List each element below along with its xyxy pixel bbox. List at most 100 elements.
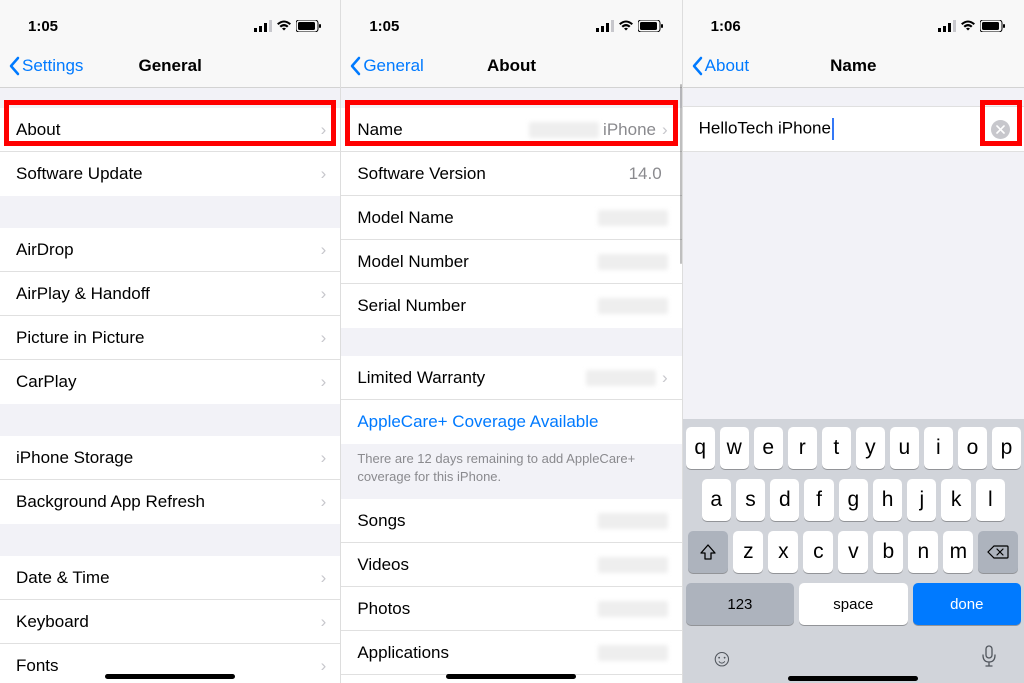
key-d[interactable]: d — [770, 479, 799, 521]
clear-text-button[interactable] — [991, 120, 1010, 139]
status-icons — [596, 20, 664, 32]
nav-bar: General About — [341, 44, 681, 88]
chevron-right-icon: › — [321, 164, 327, 184]
name-input-row[interactable]: HelloTech iPhone — [683, 106, 1024, 152]
key-f[interactable]: f — [804, 479, 833, 521]
redacted-value — [598, 557, 668, 573]
key-l[interactable]: l — [976, 479, 1005, 521]
row-name[interactable]: Name iPhone › — [341, 108, 681, 152]
key-h[interactable]: h — [873, 479, 902, 521]
row-airplay[interactable]: AirPlay & Handoff › — [0, 272, 340, 316]
back-button[interactable]: Settings — [8, 56, 83, 76]
row-label: Fonts — [16, 656, 59, 676]
row-datetime[interactable]: Date & Time › — [0, 556, 340, 600]
row-label: Songs — [357, 511, 405, 531]
redacted-value — [598, 601, 668, 617]
row-applecare[interactable]: AppleCare+ Coverage Available — [341, 400, 681, 444]
redacted-value — [598, 645, 668, 661]
chevron-right-icon: › — [321, 284, 327, 304]
key-space[interactable]: space — [799, 583, 907, 625]
row-carplay[interactable]: CarPlay › — [0, 360, 340, 404]
shift-icon — [699, 543, 717, 561]
text-cursor — [832, 118, 834, 140]
back-label: Settings — [22, 56, 83, 76]
chevron-left-icon — [8, 56, 20, 76]
key-w[interactable]: w — [720, 427, 749, 469]
key-s[interactable]: s — [736, 479, 765, 521]
keyboard-row-3: z x c v b n m — [686, 531, 1021, 573]
key-n[interactable]: n — [908, 531, 938, 573]
row-label: About — [16, 120, 60, 140]
row-label: Picture in Picture — [16, 328, 145, 348]
chevron-right-icon: › — [321, 492, 327, 512]
key-v[interactable]: v — [838, 531, 868, 573]
nav-bar: About Name — [683, 44, 1024, 88]
row-label: Applications — [357, 643, 449, 663]
row-songs: Songs — [341, 499, 681, 543]
row-label: Date & Time — [16, 568, 110, 588]
key-done[interactable]: done — [913, 583, 1021, 625]
row-label: Model Number — [357, 252, 469, 272]
row-applications: Applications — [341, 631, 681, 675]
row-about[interactable]: About › — [0, 108, 340, 152]
row-label: Videos — [357, 555, 409, 575]
emoji-button[interactable]: ☺ — [710, 645, 735, 673]
home-indicator — [446, 674, 576, 679]
row-serial: Serial Number — [341, 284, 681, 328]
key-m[interactable]: m — [943, 531, 973, 573]
nav-bar: Settings General — [0, 44, 340, 88]
key-x[interactable]: x — [768, 531, 798, 573]
row-software-version: Software Version 14.0 — [341, 152, 681, 196]
keyboard-row-1: q w e r t y u i o p — [686, 427, 1021, 469]
dictation-button[interactable] — [981, 645, 997, 673]
key-i[interactable]: i — [924, 427, 953, 469]
redacted-value — [598, 210, 668, 226]
row-value: iPhone — [603, 120, 656, 140]
backspace-icon — [987, 544, 1009, 560]
row-videos: Videos — [341, 543, 681, 587]
row-label: AirDrop — [16, 240, 74, 260]
row-bgrefresh[interactable]: Background App Refresh › — [0, 480, 340, 524]
screen-about: 1:05 General About Name iPhone › — [341, 0, 682, 683]
row-model-number: Model Number — [341, 240, 681, 284]
chevron-right-icon: › — [662, 120, 668, 140]
key-y[interactable]: y — [856, 427, 885, 469]
row-label: Name — [357, 120, 402, 140]
key-p[interactable]: p — [992, 427, 1021, 469]
back-button[interactable]: About — [691, 56, 749, 76]
back-label: General — [363, 56, 423, 76]
row-storage[interactable]: iPhone Storage › — [0, 436, 340, 480]
row-label: Limited Warranty — [357, 368, 485, 388]
back-label: About — [705, 56, 749, 76]
key-c[interactable]: c — [803, 531, 833, 573]
key-a[interactable]: a — [702, 479, 731, 521]
key-r[interactable]: r — [788, 427, 817, 469]
status-bar: 1:05 — [0, 0, 340, 44]
key-q[interactable]: q — [686, 427, 715, 469]
keyboard: q w e r t y u i o p a s d f g h j k l z — [683, 419, 1024, 683]
back-button[interactable]: General — [349, 56, 423, 76]
key-j[interactable]: j — [907, 479, 936, 521]
row-pip[interactable]: Picture in Picture › — [0, 316, 340, 360]
key-backspace[interactable] — [978, 531, 1018, 573]
key-b[interactable]: b — [873, 531, 903, 573]
key-k[interactable]: k — [941, 479, 970, 521]
status-bar: 1:06 — [683, 0, 1024, 44]
status-time: 1:06 — [711, 18, 741, 35]
key-123[interactable]: 123 — [686, 583, 794, 625]
row-warranty[interactable]: Limited Warranty › — [341, 356, 681, 400]
redacted-value — [598, 254, 668, 270]
key-e[interactable]: e — [754, 427, 783, 469]
key-o[interactable]: o — [958, 427, 987, 469]
row-airdrop[interactable]: AirDrop › — [0, 228, 340, 272]
chevron-right-icon: › — [662, 368, 668, 388]
row-software-update[interactable]: Software Update › — [0, 152, 340, 196]
key-z[interactable]: z — [733, 531, 763, 573]
key-shift[interactable] — [688, 531, 728, 573]
redacted-value — [586, 370, 656, 386]
screen-name: 1:06 About Name HelloTech iPhone q w e r… — [683, 0, 1024, 683]
key-u[interactable]: u — [890, 427, 919, 469]
key-t[interactable]: t — [822, 427, 851, 469]
key-g[interactable]: g — [839, 479, 868, 521]
row-keyboard[interactable]: Keyboard › — [0, 600, 340, 644]
